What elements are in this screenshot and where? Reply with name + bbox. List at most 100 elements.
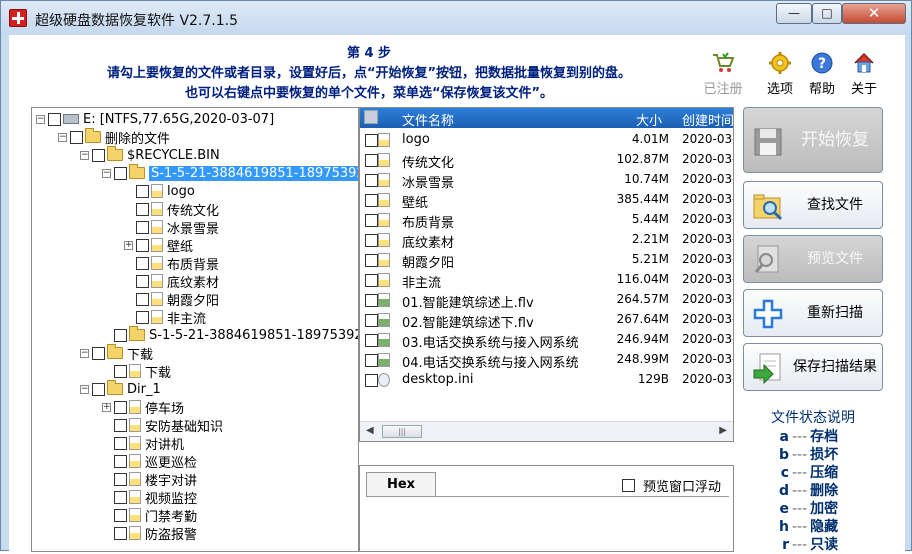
file-list[interactable]: 文件名称 大小 创建时间 logo 4.01M 2020-03- 传统文化 102.8… (359, 107, 734, 442)
tree-node[interactable]: − $RECYCLE.BIN (80, 146, 220, 164)
tree-checkbox[interactable] (136, 184, 149, 198)
tree-node[interactable]: − 删除的文件 (58, 128, 170, 147)
tree-node[interactable]: 非主流 (136, 308, 206, 327)
tree-checkbox[interactable] (114, 472, 127, 486)
list-row[interactable]: 04.电话交换系统与接入网系统 248.99M 2020-03- (360, 350, 733, 371)
float-preview-checkbox[interactable] (622, 479, 635, 492)
title-bar[interactable]: 超级硬盘数据恢复软件 V2.7.1.5 — □ ✕ (1, 1, 911, 35)
tree-node[interactable]: 冰景雪景 (136, 218, 219, 237)
row-checkbox[interactable] (365, 294, 378, 307)
tree-checkbox[interactable] (114, 418, 127, 432)
expand-icon[interactable]: + (102, 402, 111, 412)
tree-checkbox[interactable] (114, 454, 127, 468)
horizontal-scrollbar[interactable]: ◀ ||| ▶ (360, 421, 733, 441)
tree-checkbox[interactable] (136, 310, 149, 324)
registered-button[interactable]: 已注册 (701, 51, 745, 97)
tree-node[interactable]: S-1-5-21-3884619851-1897539283- (114, 326, 358, 344)
tree-node[interactable]: + 停车场 (102, 398, 184, 417)
maximize-button[interactable]: □ (812, 3, 842, 24)
save-scan-result-button[interactable]: 保存扫描结果 (743, 343, 883, 391)
collapse-icon[interactable]: − (80, 348, 89, 358)
tree-node[interactable]: 视频监控 (114, 488, 197, 507)
tree-node[interactable]: − 下载 (80, 344, 153, 363)
collapse-icon[interactable]: − (102, 168, 111, 178)
tab-hex[interactable]: Hex (366, 472, 436, 496)
tree-node[interactable]: 门禁考勤 (114, 506, 197, 525)
scroll-right-icon[interactable]: ▶ (719, 425, 727, 436)
list-row[interactable]: 朝霞夕阳 5.21M 2020-03- (360, 250, 733, 271)
expand-icon[interactable]: + (124, 240, 133, 250)
row-checkbox[interactable] (365, 254, 378, 267)
tree-checkbox[interactable] (92, 382, 105, 396)
tree-node[interactable]: 对讲机 (114, 434, 184, 453)
tree-checkbox[interactable] (114, 364, 127, 378)
select-all-checkbox[interactable] (364, 110, 378, 124)
help-button[interactable]: ? 帮助 (800, 51, 844, 97)
tree-node[interactable]: 楼宇对讲 (114, 470, 197, 489)
tree-checkbox[interactable] (114, 400, 127, 414)
list-row[interactable]: 底纹素材 2.21M 2020-03- (360, 230, 733, 251)
float-preview-toggle[interactable]: 预览窗口浮动 (622, 476, 721, 495)
tree-checkbox[interactable] (114, 526, 127, 540)
collapse-icon[interactable]: − (80, 150, 89, 160)
rescan-button[interactable]: 重新扫描 (743, 289, 883, 337)
list-row[interactable]: 布质背景 5.44M 2020-03- (360, 210, 733, 231)
tree-node[interactable]: 布质背景 (136, 254, 219, 273)
tree-node[interactable]: − E: [NTFS,77.65G,2020-03-07] (36, 110, 274, 128)
row-checkbox[interactable] (365, 194, 378, 207)
collapse-icon[interactable]: − (80, 384, 89, 394)
tree-node[interactable]: 传统文化 (136, 200, 219, 219)
tree-checkbox[interactable] (136, 292, 149, 306)
tree-checkbox[interactable] (48, 112, 61, 126)
tree-checkbox[interactable] (136, 238, 149, 252)
scroll-thumb[interactable]: ||| (382, 425, 422, 438)
about-button[interactable]: 关于 (842, 51, 886, 97)
column-size[interactable]: 大小 (636, 110, 662, 129)
row-checkbox[interactable] (365, 234, 378, 247)
tree-checkbox[interactable] (136, 274, 149, 288)
row-checkbox[interactable] (365, 214, 378, 227)
tree-node[interactable]: − Dir_1 (80, 380, 161, 398)
tree-node[interactable]: 底纹素材 (136, 272, 219, 291)
tree-checkbox[interactable] (70, 130, 83, 144)
start-recovery-button[interactable]: 开始恢复 (743, 107, 883, 173)
preview-file-button[interactable]: 预览文件 (743, 235, 883, 283)
tree-checkbox[interactable] (114, 328, 127, 342)
list-row[interactable]: 02.智能建筑综述下.flv 267.64M 2020-03- (360, 310, 733, 331)
tree-checkbox[interactable] (114, 490, 127, 504)
tree-checkbox[interactable] (136, 220, 149, 234)
column-name[interactable]: 文件名称 (402, 110, 454, 129)
tree-node[interactable]: logo (136, 182, 195, 200)
tree-checkbox[interactable] (114, 436, 127, 450)
list-row[interactable]: 非主流 116.04M 2020-03- (360, 270, 733, 291)
minimize-button[interactable]: — (776, 3, 812, 24)
tree-node[interactable]: 朝霞夕阳 (136, 290, 219, 309)
scroll-left-icon[interactable]: ◀ (366, 425, 374, 436)
tree-node[interactable]: 下载 (114, 362, 171, 381)
tree-node[interactable]: − S-1-5-21-3884619851-1897539283- (102, 164, 358, 182)
tree-checkbox[interactable] (92, 346, 105, 360)
list-row[interactable]: 03.电话交换系统与接入网系统 246.94M 2020-03- (360, 330, 733, 351)
list-row[interactable]: desktop.ini 129B 2020-03- (360, 370, 733, 390)
tree-checkbox[interactable] (136, 256, 149, 270)
row-checkbox[interactable] (365, 174, 378, 187)
collapse-icon[interactable]: − (58, 132, 67, 142)
tree-checkbox[interactable] (136, 202, 149, 216)
row-checkbox[interactable] (365, 274, 378, 287)
list-row[interactable]: 冰景雪景 10.74M 2020-03- (360, 170, 733, 191)
tree-node[interactable]: + 壁纸 (124, 236, 193, 255)
tree-node[interactable]: 巡更巡检 (114, 452, 197, 471)
directory-tree[interactable]: − E: [NTFS,77.65G,2020-03-07] − 删除的文件 − $RE… (31, 107, 359, 552)
collapse-icon[interactable]: − (36, 114, 45, 124)
row-checkbox[interactable] (365, 374, 378, 387)
column-date[interactable]: 创建时间 (682, 110, 733, 129)
row-checkbox[interactable] (365, 154, 378, 167)
row-checkbox[interactable] (365, 334, 378, 347)
find-file-button[interactable]: 查找文件 (743, 181, 883, 229)
row-checkbox[interactable] (365, 354, 378, 367)
tree-checkbox[interactable] (114, 166, 127, 180)
list-row[interactable]: 01.智能建筑综述上.flv 264.57M 2020-03- (360, 290, 733, 311)
close-button[interactable]: ✕ (842, 3, 906, 24)
tree-node[interactable]: 安防基础知识 (114, 416, 223, 435)
row-checkbox[interactable] (365, 134, 378, 147)
